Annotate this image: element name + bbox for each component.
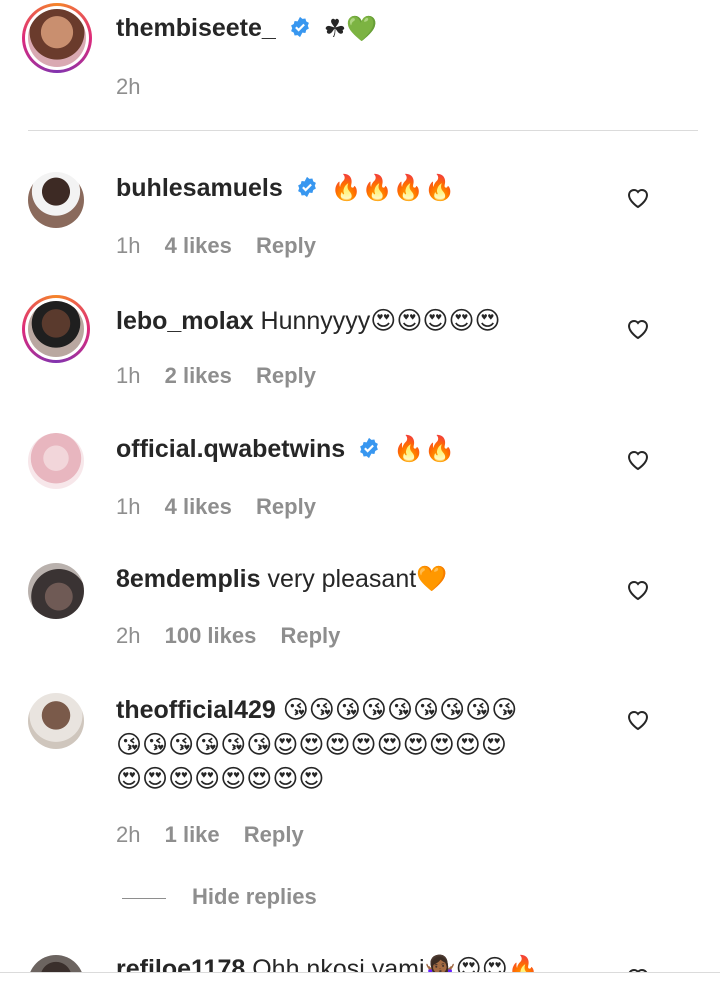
like-heart-icon[interactable] — [626, 709, 650, 731]
likes-count[interactable]: 2 likes — [165, 363, 232, 388]
reply-button[interactable]: Reply — [256, 363, 316, 388]
comment-text: 🔥🔥🔥🔥 — [330, 174, 456, 202]
comment-text-line: theofficial429 😘😘😘😘😘😘😘😘😘 — [116, 695, 517, 725]
comment-text-line: refiloe1178 Ohh nkosi yami🤷🏾‍♀️😍😍🔥 — [116, 954, 539, 972]
comment-text: 😘😘😘😘😘😘😘😘😘 — [282, 696, 518, 724]
comment-time: 2h — [116, 623, 141, 648]
comment-time: 1h — [116, 363, 141, 388]
comment-text: very pleasant🧡 — [267, 565, 448, 593]
avatar[interactable] — [28, 9, 86, 67]
likes-count[interactable]: 4 likes — [165, 233, 232, 258]
hide-replies-label: Hide replies — [192, 884, 317, 909]
reply-button[interactable]: Reply — [244, 822, 304, 847]
avatar[interactable] — [28, 301, 84, 357]
avatar[interactable] — [28, 433, 84, 489]
comment-text: 😘😘😘😘😘😘😍😍😍😍😍😍😍😍😍 — [116, 731, 507, 759]
comment-meta: 2h 100 likes Reply — [116, 623, 358, 649]
comment-text-line: 😘😘😘😘😘😘😍😍😍😍😍😍😍😍😍 — [116, 730, 507, 760]
divider — [28, 130, 698, 131]
hide-replies-line — [122, 897, 166, 899]
caption-username[interactable]: thembiseete_ — [116, 14, 276, 42]
likes-count[interactable]: 4 likes — [165, 494, 232, 519]
comment-meta: 1h 2 likes Reply — [116, 363, 334, 389]
comment-text: Ohh nkosi yami🤷🏾‍♀️😍😍🔥 — [252, 955, 539, 972]
comment-text-line: lebo_molax Hunnyyyy😍😍😍😍😍 — [116, 306, 501, 336]
story-ring[interactable] — [22, 295, 90, 363]
comment-username[interactable]: refiloe1178 — [116, 955, 245, 972]
bottom-border — [0, 972, 720, 973]
story-ring[interactable] — [22, 3, 92, 73]
comment-text-line: buhlesamuels 🔥🔥🔥🔥 — [116, 173, 455, 203]
comment-time: 1h — [116, 494, 141, 519]
verified-badge-icon — [360, 438, 379, 459]
comment-username[interactable]: theofficial429 — [116, 696, 276, 724]
avatar[interactable] — [28, 955, 84, 972]
likes-count[interactable]: 100 likes — [165, 623, 257, 648]
comment-username[interactable]: official.qwabetwins — [116, 435, 345, 463]
comment-meta: 1h 4 likes Reply — [116, 494, 334, 520]
comment-meta: 1h 4 likes Reply — [116, 233, 334, 259]
comment-text: 😍😍😍😍😍😍😍😍 — [116, 765, 325, 793]
comment-time: 2h — [116, 822, 141, 847]
like-heart-icon[interactable] — [626, 318, 650, 340]
caption-text: ☘💚 — [323, 15, 378, 44]
reply-button[interactable]: Reply — [256, 233, 316, 258]
hide-replies-button[interactable]: Hide replies — [122, 884, 317, 910]
comment-time: 1h — [116, 233, 141, 258]
reply-button[interactable]: Reply — [280, 623, 340, 648]
verified-badge-icon — [290, 17, 309, 38]
like-heart-icon[interactable] — [626, 187, 650, 209]
avatar[interactable] — [28, 693, 84, 749]
comment-text-line: 😍😍😍😍😍😍😍😍 — [116, 764, 325, 794]
avatar[interactable] — [28, 563, 84, 619]
comment-text-line: 8emdemplis very pleasant🧡 — [116, 564, 447, 594]
verified-badge-icon — [297, 177, 316, 198]
comment-text-line: official.qwabetwins 🔥🔥 — [116, 434, 455, 464]
comment-meta: 2h 1 like Reply — [116, 822, 322, 848]
caption-time: 2h — [116, 74, 141, 99]
comment-username[interactable]: 8emdemplis — [116, 565, 261, 593]
comment-text: 🔥🔥 — [393, 435, 456, 463]
comment-text: Hunnyyyy😍😍😍😍😍 — [260, 307, 501, 335]
avatar[interactable] — [28, 172, 84, 228]
comment-cutoff: refiloe1178 Ohh nkosi yami🤷🏾‍♀️😍😍🔥 — [0, 945, 720, 972]
like-heart-icon[interactable] — [626, 579, 650, 601]
caption-meta: 2h — [116, 74, 158, 100]
comment-username[interactable]: lebo_molax — [116, 307, 254, 335]
comment-username[interactable]: buhlesamuels — [116, 174, 283, 202]
reply-button[interactable]: Reply — [256, 494, 316, 519]
like-heart-icon[interactable] — [626, 449, 650, 471]
likes-count[interactable]: 1 like — [165, 822, 220, 847]
